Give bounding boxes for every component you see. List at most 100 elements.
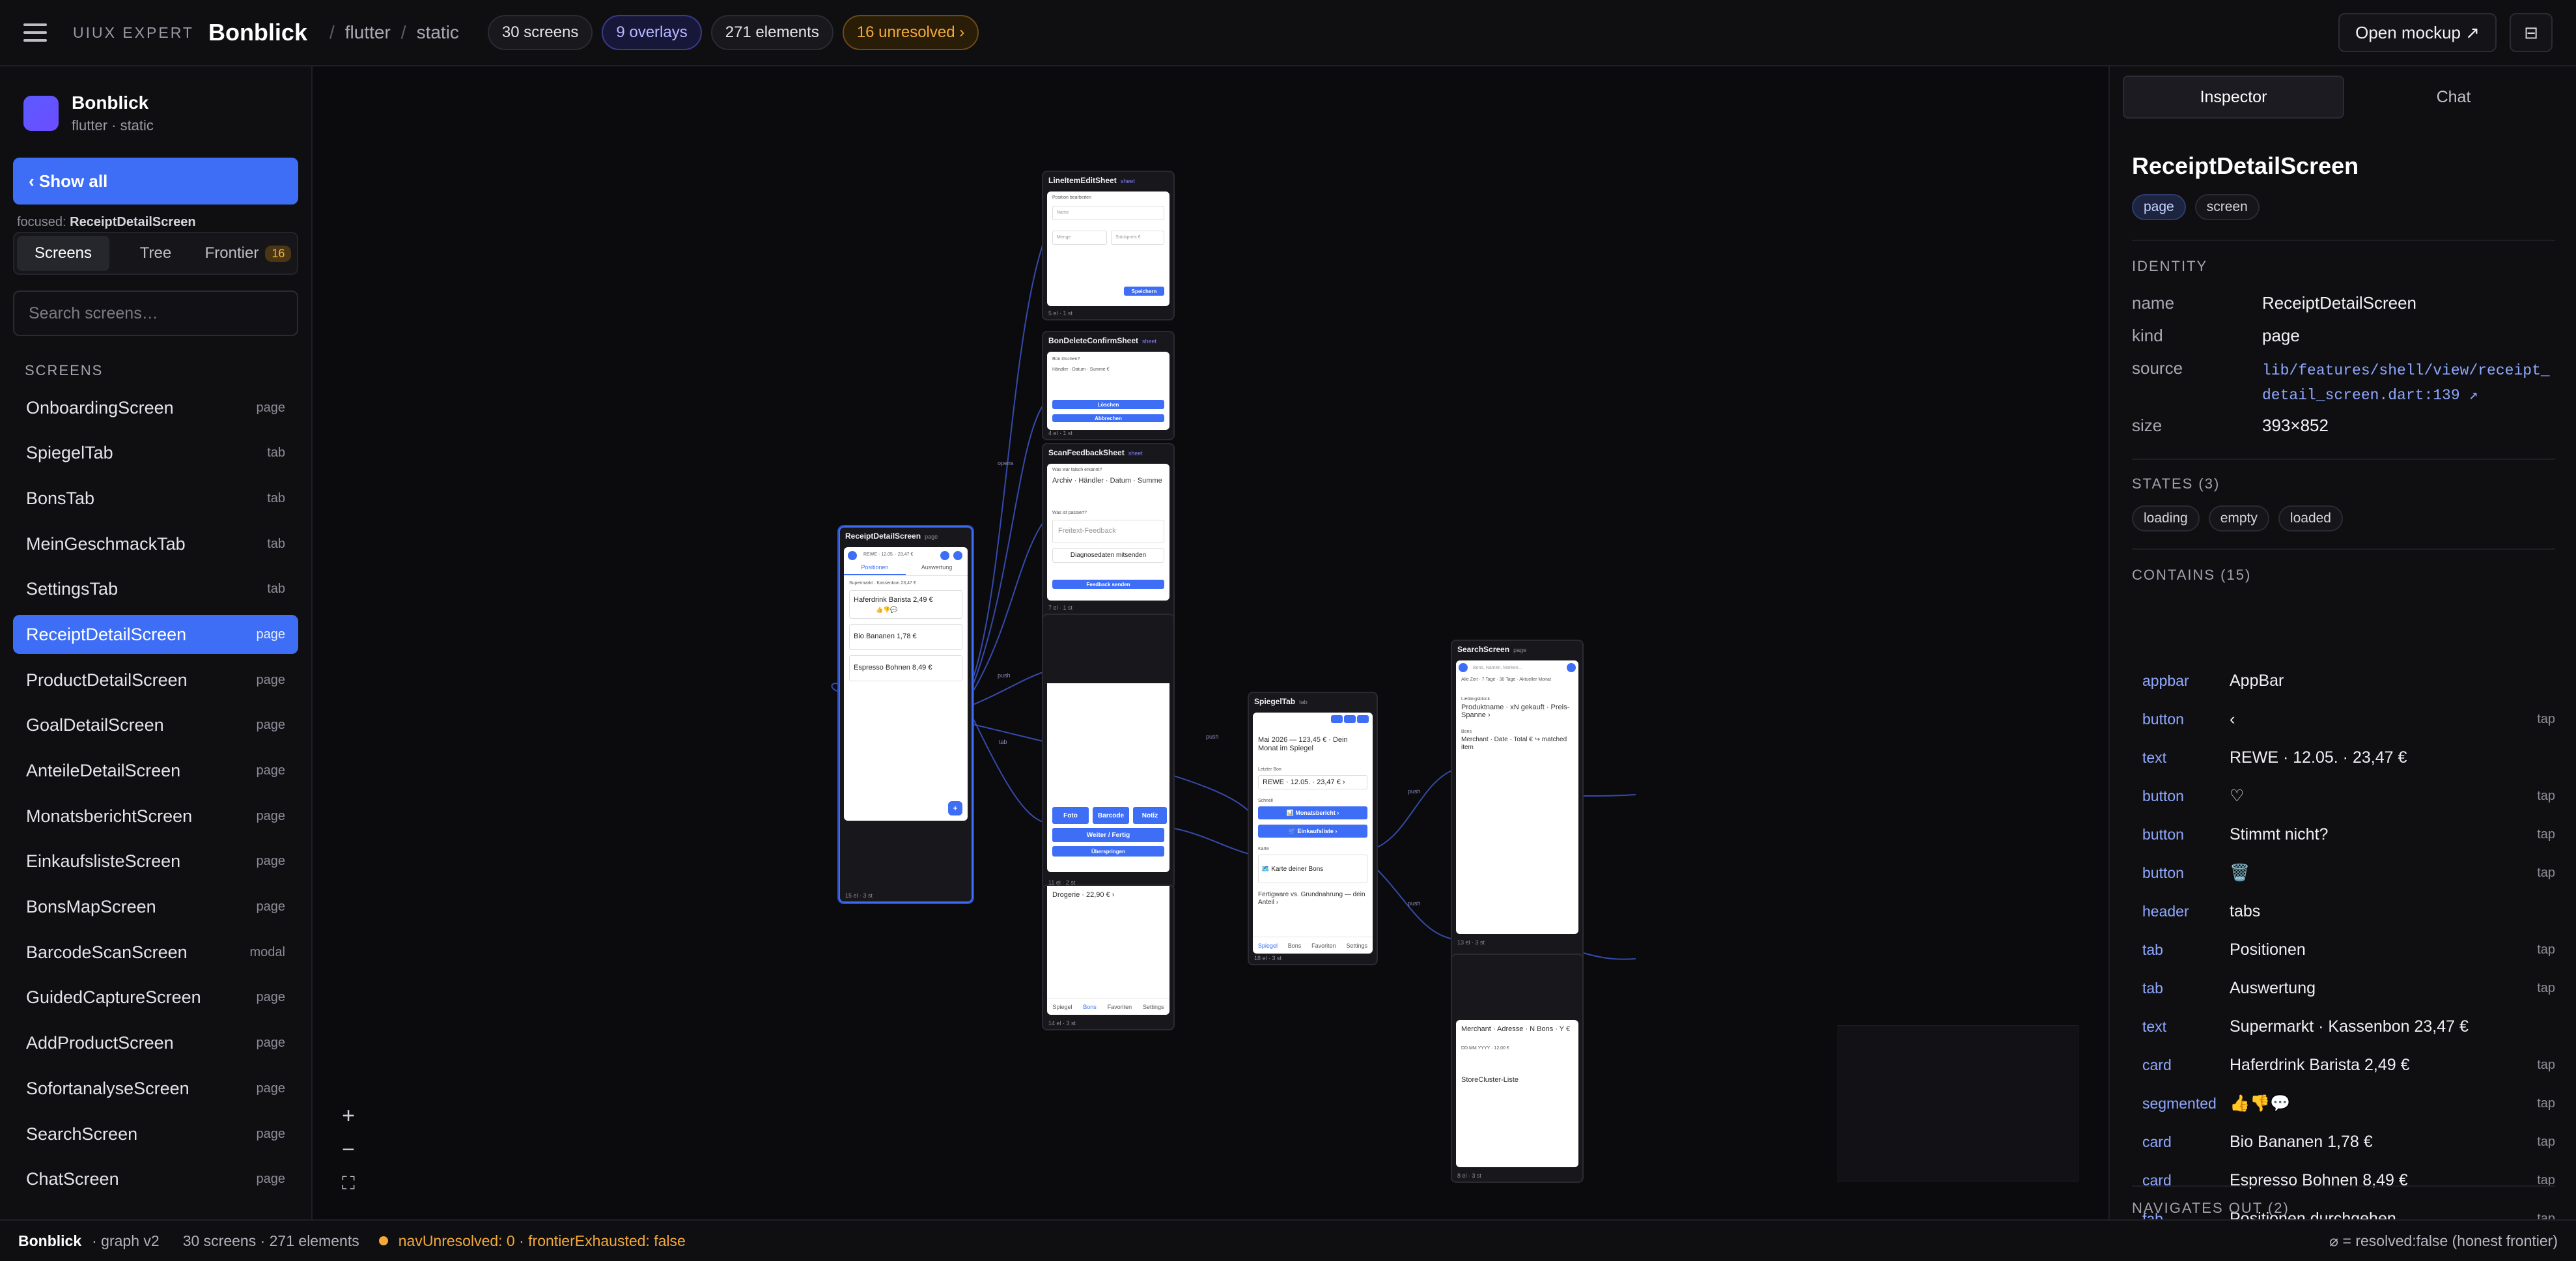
overlays-count-pill[interactable]: 9 overlays [602, 15, 702, 50]
contains-row[interactable]: header tabs [2132, 892, 2555, 930]
fit-view-button[interactable]: ⛶ [333, 1169, 363, 1198]
contains-row[interactable]: card Haferdrink Barista 2,49 € tap [2132, 1046, 2555, 1084]
preview-text: Fertigware vs. Grundnahrung — dein Antei… [1258, 891, 1365, 906]
sidebar-item-anteile-detail-screen[interactable]: AnteileDetailScreen page [13, 752, 298, 791]
breadcrumb-mode[interactable]: static [417, 22, 459, 43]
search-screens-field[interactable] [13, 290, 298, 336]
sidebar-item-goal-detail-screen[interactable]: GoalDetailScreen page [13, 706, 298, 745]
state-chip-loaded[interactable]: loaded [2278, 505, 2343, 531]
sidebar-item-sofortanalyse-screen[interactable]: SofortanalyseScreen page [13, 1069, 298, 1108]
open-mockup-button[interactable]: Open mockup ↗ [2338, 13, 2497, 52]
sidebar-item-kind: page [256, 672, 286, 687]
zoom-out-button[interactable]: − [333, 1135, 363, 1165]
preview-tab: Positionen [844, 564, 906, 575]
identity-value: ReceiptDetailScreen [2262, 293, 2417, 313]
sidebar-item-mein-geschmack-tab[interactable]: MeinGeschmackTab tab [13, 524, 298, 563]
preview-input: Name [1052, 206, 1164, 220]
sidebar-item-product-detail-screen[interactable]: ProductDetailScreen page [13, 660, 298, 700]
contains-label: Auswertung [2230, 978, 2316, 997]
sidebar-item-kind: page [256, 1172, 286, 1187]
tab-screens[interactable]: Screens [17, 236, 109, 271]
contains-row[interactable]: text Supermarkt · Kassenbon 23,47 € [2132, 1008, 2555, 1045]
contains-row[interactable]: button 🗑️ tap [2132, 854, 2555, 892]
frame-footer: 7 el · 1 st [1048, 604, 1073, 611]
contains-row[interactable]: card Bio Bananen 1,78 € tap [2132, 1123, 2555, 1161]
contains-row[interactable]: tab Positionen tap [2132, 931, 2555, 969]
show-all-button[interactable]: ‹ Show all [13, 158, 298, 205]
contains-row[interactable]: button ♡ tap [2132, 777, 2555, 815]
contains-row[interactable]: appbar AppBar [2132, 662, 2555, 700]
frame-bon-delete-confirm-sheet[interactable]: BonDeleteConfirmSheet sheet Bon löschen? … [1042, 331, 1175, 440]
contains-row[interactable]: button ‹ tap [2132, 700, 2555, 738]
frame-title: SpiegelTab tab [1254, 697, 1308, 706]
sidebar-item-settings-tab[interactable]: SettingsTab tab [13, 570, 298, 609]
frame-bons-map-screen[interactable]: Merchant · Adresse · N Bons · Y € DD.MM.… [1451, 954, 1584, 1183]
breadcrumb-separator: / [400, 22, 406, 42]
sidebar-item-kind: page [256, 627, 286, 642]
sidebar-item-einkaufsliste-screen[interactable]: EinkaufslisteScreen page [13, 842, 298, 881]
preview-text: StoreCluster-Liste [1461, 1076, 1519, 1084]
state-chip-empty[interactable]: empty [2208, 505, 2269, 531]
preview-text: Drogerie · 22,90 € › [1052, 891, 1115, 899]
menu-icon[interactable] [23, 23, 47, 42]
sidebar-item-onboarding-screen[interactable]: OnboardingScreen page [13, 388, 298, 427]
preview-nav-item: Settings [1143, 1003, 1164, 1010]
frame-title-text: LineItemEditSheet [1048, 176, 1117, 185]
panel-toggle-icon[interactable]: ⊟ [2510, 13, 2553, 52]
frame-spiegel-tab[interactable]: SpiegelTab tab Mai 2026 — 123,45 € · Dein… [1248, 692, 1378, 965]
frame-title: ReceiptDetailScreen page [845, 531, 938, 541]
inspector-tabs: Inspector Chat [2123, 76, 2563, 119]
sidebar-item-monatsbericht-screen[interactable]: MonatsberichtScreen page [13, 797, 298, 836]
frame-receipt-detail-screen[interactable]: ReceiptDetailScreen page REWE · 12.05. · … [839, 526, 973, 903]
contains-label: tabs [2230, 901, 2261, 920]
preview-button: Speichern [1124, 287, 1164, 296]
sidebar-item-kind: page [256, 1081, 286, 1096]
elements-count-pill[interactable]: 271 elements [710, 15, 833, 50]
sidebar-item-kind: page [256, 718, 286, 733]
preview-text: Händler · Datum · Summe € [1052, 367, 1110, 372]
tab-tree[interactable]: Tree [109, 236, 202, 271]
breadcrumb-framework[interactable]: flutter [345, 22, 391, 43]
contains-row[interactable]: tab Auswertung tap [2132, 969, 2555, 1007]
state-chip-loading[interactable]: loading [2132, 505, 2200, 531]
tab-chat[interactable]: Chat [2344, 76, 2563, 119]
preview-text: Was war falsch erkannt? [1052, 468, 1102, 472]
sidebar-item-label: MonatsberichtScreen [26, 806, 193, 826]
contains-row[interactable]: text REWE · 12.05. · 23,47 € [2132, 739, 2555, 776]
project-title: Bonblick [208, 19, 307, 46]
edge-spiegel-search [1375, 769, 1454, 849]
tab-frontier[interactable]: Frontier 16 [202, 236, 294, 271]
sidebar-item-guided-capture-screen[interactable]: GuidedCaptureScreen page [13, 978, 298, 1017]
contains-type: button [2142, 825, 2184, 843]
zoom-in-button[interactable]: + [333, 1101, 363, 1131]
graph-canvas[interactable]: opens push tab push push push LineItemEd… [314, 66, 2107, 1219]
frame-preview: Merchant · Adresse · N Bons · Y € DD.MM.… [1456, 1020, 1578, 1167]
sidebar-item-add-product-screen[interactable]: AddProductScreen page [13, 1024, 298, 1063]
sidebar-item-label: OnboardingScreen [26, 397, 174, 418]
search-input[interactable] [14, 292, 297, 335]
sidebar-item-bons-map-screen[interactable]: BonsMapScreen page [13, 888, 298, 927]
sidebar-item-search-screen[interactable]: SearchScreen page [13, 1114, 298, 1154]
contains-action: tap [2537, 827, 2555, 842]
sidebar-item-label: BonsTab [26, 488, 95, 508]
screens-count-pill[interactable]: 30 screens [487, 15, 593, 50]
minimap[interactable] [1838, 1025, 2079, 1182]
sidebar-item-label: SpiegelTab [26, 443, 113, 463]
frame-guided-capture-screen[interactable]: Foto Barcode Notiz Weiter / Fertig Übers… [1042, 614, 1175, 890]
preview-card: Espresso Bohnen 8,49 € [849, 655, 962, 681]
preview-text: Supermarkt · Kassenbon 23,47 € [849, 581, 916, 586]
frame-lineitem-edit-sheet[interactable]: LineItemEditSheet sheet Position bearbeit… [1042, 171, 1175, 320]
source-link[interactable]: lib/features/shell/view/receipt_detail_s… [2262, 358, 2555, 408]
frame-bons-tab[interactable]: Drogerie · 22,90 € › Spiegel Bons Favori… [1042, 885, 1175, 1030]
contains-row[interactable]: segmented 👍👎💬 tap [2132, 1084, 2555, 1122]
sidebar-item-barcode-scan-screen[interactable]: BarcodeScanScreen modal [13, 933, 298, 972]
contains-row[interactable]: button Stimmt nicht? tap [2132, 815, 2555, 853]
identity-key: kind [2132, 326, 2163, 345]
sidebar-item-bons-tab[interactable]: BonsTab tab [13, 479, 298, 518]
sidebar-item-chat-screen[interactable]: ChatScreen page [13, 1160, 298, 1199]
tab-inspector[interactable]: Inspector [2123, 76, 2344, 119]
sidebar-item-receipt-detail-screen[interactable]: ReceiptDetailScreen page [13, 615, 298, 655]
unresolved-count-pill[interactable]: 16 unresolved › [842, 15, 979, 50]
sidebar-item-spiegel-tab[interactable]: SpiegelTab tab [13, 434, 298, 473]
contains-row[interactable]: card Espresso Bohnen 8,49 € tap [2132, 1161, 2555, 1199]
